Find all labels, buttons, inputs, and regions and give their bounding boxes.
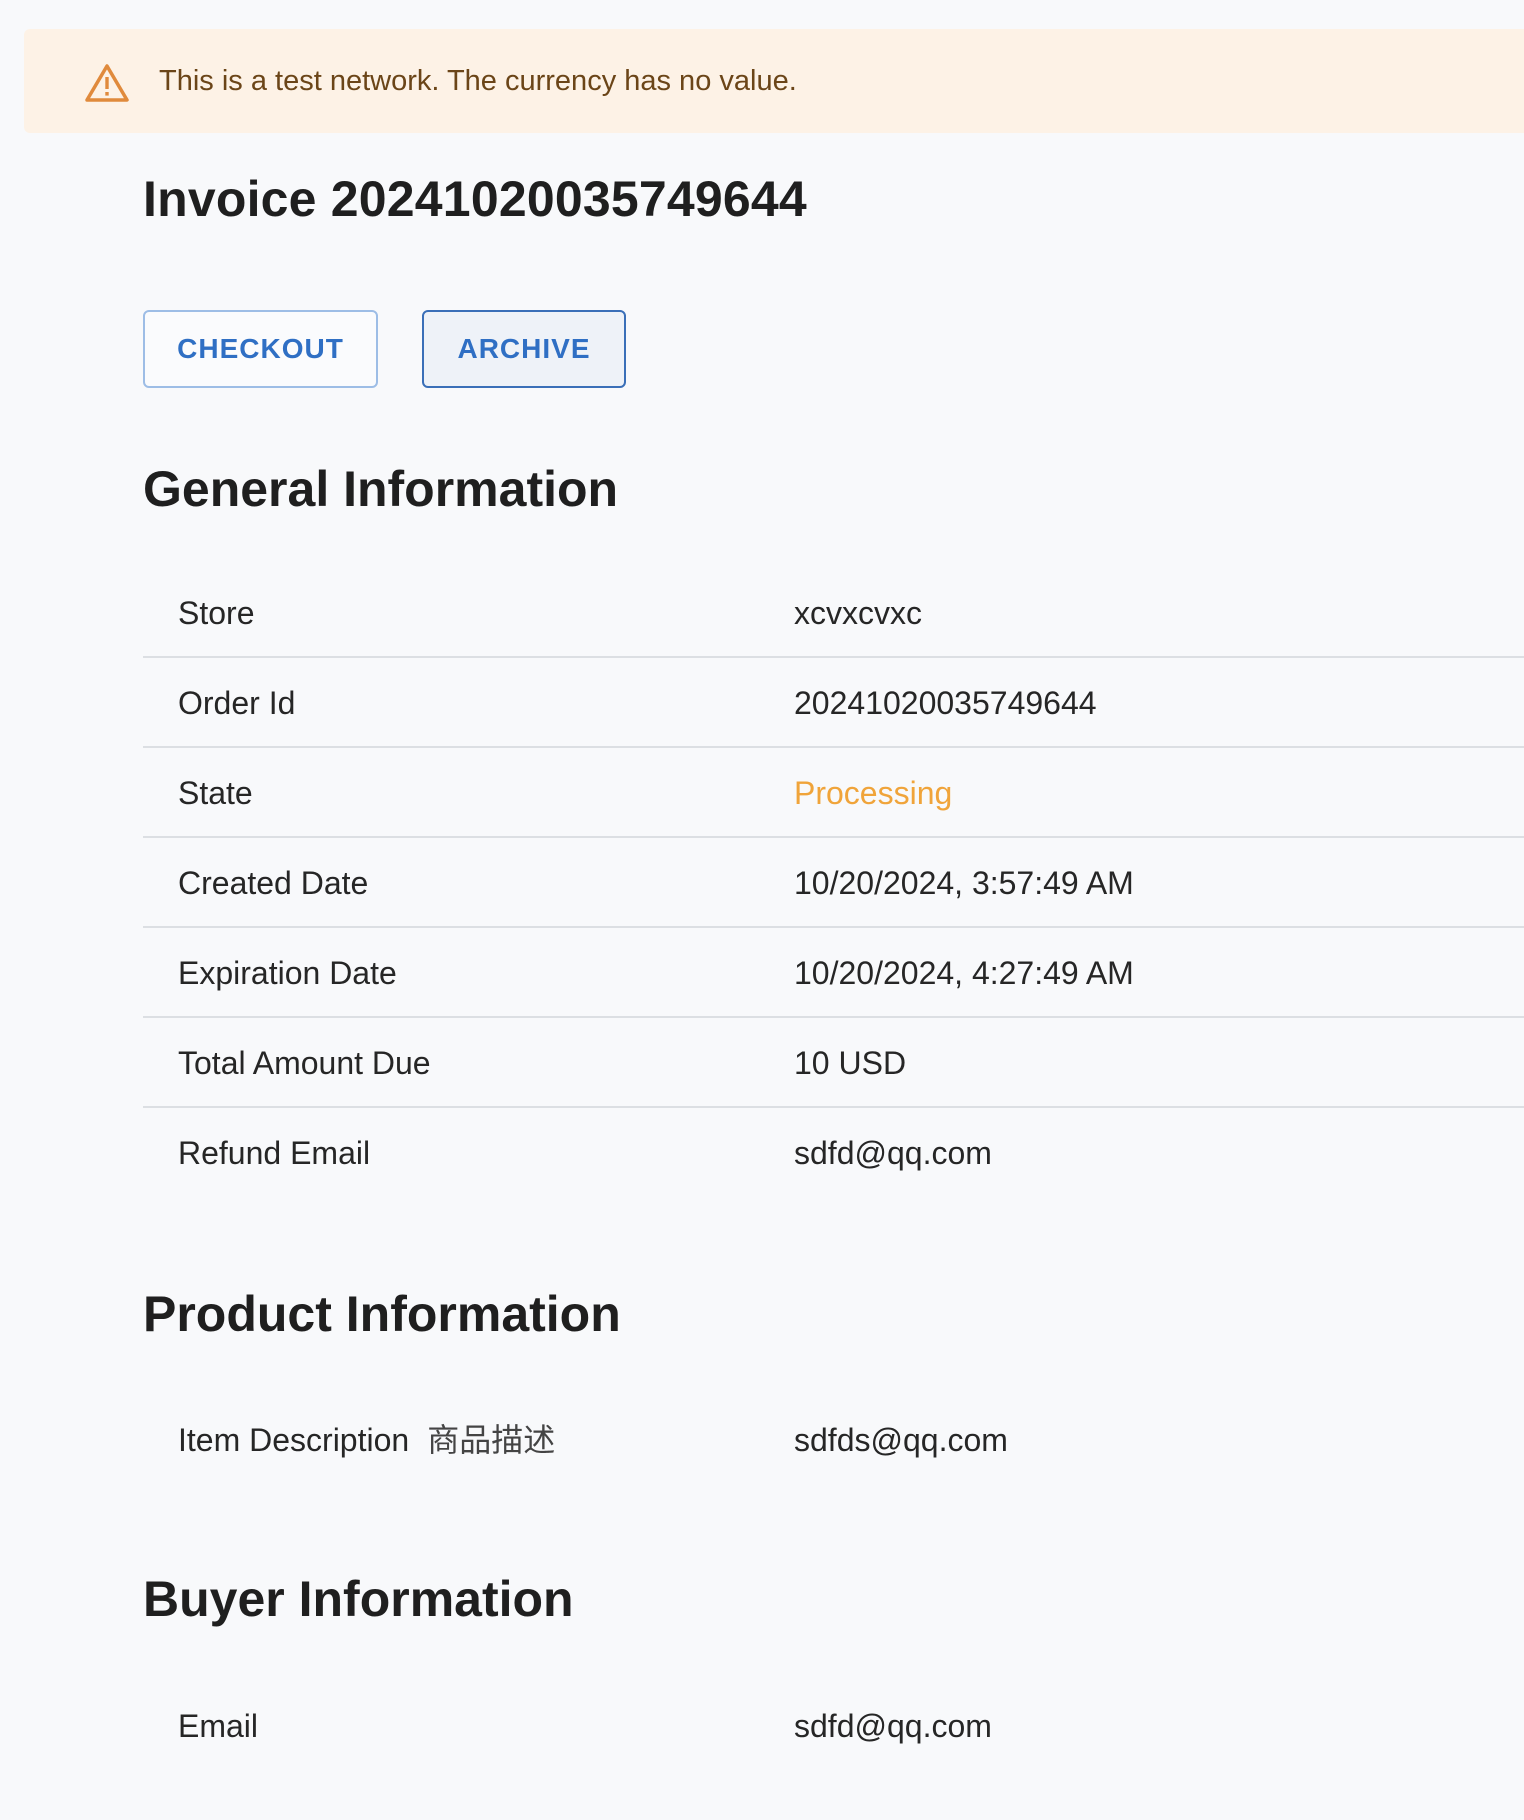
table-row: Store xcvxcvxc: [143, 568, 1524, 658]
status-value: Processing: [794, 775, 953, 811]
page-title: Invoice 20241020035749644: [143, 171, 807, 227]
test-network-banner: This is a test network. The currency has…: [24, 29, 1524, 133]
row-label: Order Id: [178, 685, 296, 721]
warning-triangle-icon: [85, 64, 129, 102]
checkout-button[interactable]: CHECKOUT: [143, 310, 378, 388]
table-row: Item Description 商品描述 sdfds@qq.com: [143, 1395, 1524, 1485]
row-value: 10/20/2024, 3:57:49 AM: [794, 865, 1134, 901]
table-row: Total Amount Due 10 USD: [143, 1018, 1524, 1108]
row-label: Total Amount Due: [178, 1045, 431, 1081]
buyer-information-table: Email sdfd@qq.com: [143, 1681, 1524, 1771]
row-value: sdfd@qq.com: [794, 1708, 992, 1744]
product-information-table: Item Description 商品描述 sdfds@qq.com: [143, 1395, 1524, 1485]
row-label: Email: [178, 1708, 259, 1744]
row-value: sdfd@qq.com: [794, 1135, 992, 1171]
item-description-label-cn: 商品描述: [427, 1422, 556, 1458]
archive-button[interactable]: ARCHIVE: [422, 310, 626, 388]
row-label: State: [178, 775, 253, 811]
table-row: Refund Email sdfd@qq.com: [143, 1108, 1524, 1198]
row-label: Created Date: [178, 865, 369, 901]
row-value: 10 USD: [794, 1045, 907, 1081]
row-value: 20241020035749644: [794, 685, 1097, 721]
table-row: State Processing: [143, 748, 1524, 838]
table-row: Email sdfd@qq.com: [143, 1681, 1524, 1771]
row-label: Refund Email: [178, 1135, 371, 1171]
buyer-information-heading: Buyer Information: [143, 1571, 574, 1627]
row-label: Expiration Date: [178, 955, 397, 991]
table-row: Created Date 10/20/2024, 3:57:49 AM: [143, 838, 1524, 928]
item-description-label: Item Description: [178, 1422, 410, 1458]
row-value: xcvxcvxc: [794, 595, 922, 631]
table-row: Expiration Date 10/20/2024, 4:27:49 AM: [143, 928, 1524, 1018]
banner-text: This is a test network. The currency has…: [159, 65, 797, 97]
table-row: Order Id 20241020035749644: [143, 658, 1524, 748]
invoice-page: This is a test network. The currency has…: [0, 0, 1524, 1820]
row-label: Store: [178, 595, 255, 631]
general-information-heading: General Information: [143, 461, 619, 517]
row-value: sdfds@qq.com: [794, 1422, 1008, 1458]
row-value: 10/20/2024, 4:27:49 AM: [794, 955, 1134, 991]
general-information-table: Store xcvxcvxc Order Id 2024102003574964…: [143, 568, 1524, 1198]
row-label: Item Description 商品描述: [178, 1395, 555, 1485]
product-information-heading: Product Information: [143, 1286, 621, 1342]
